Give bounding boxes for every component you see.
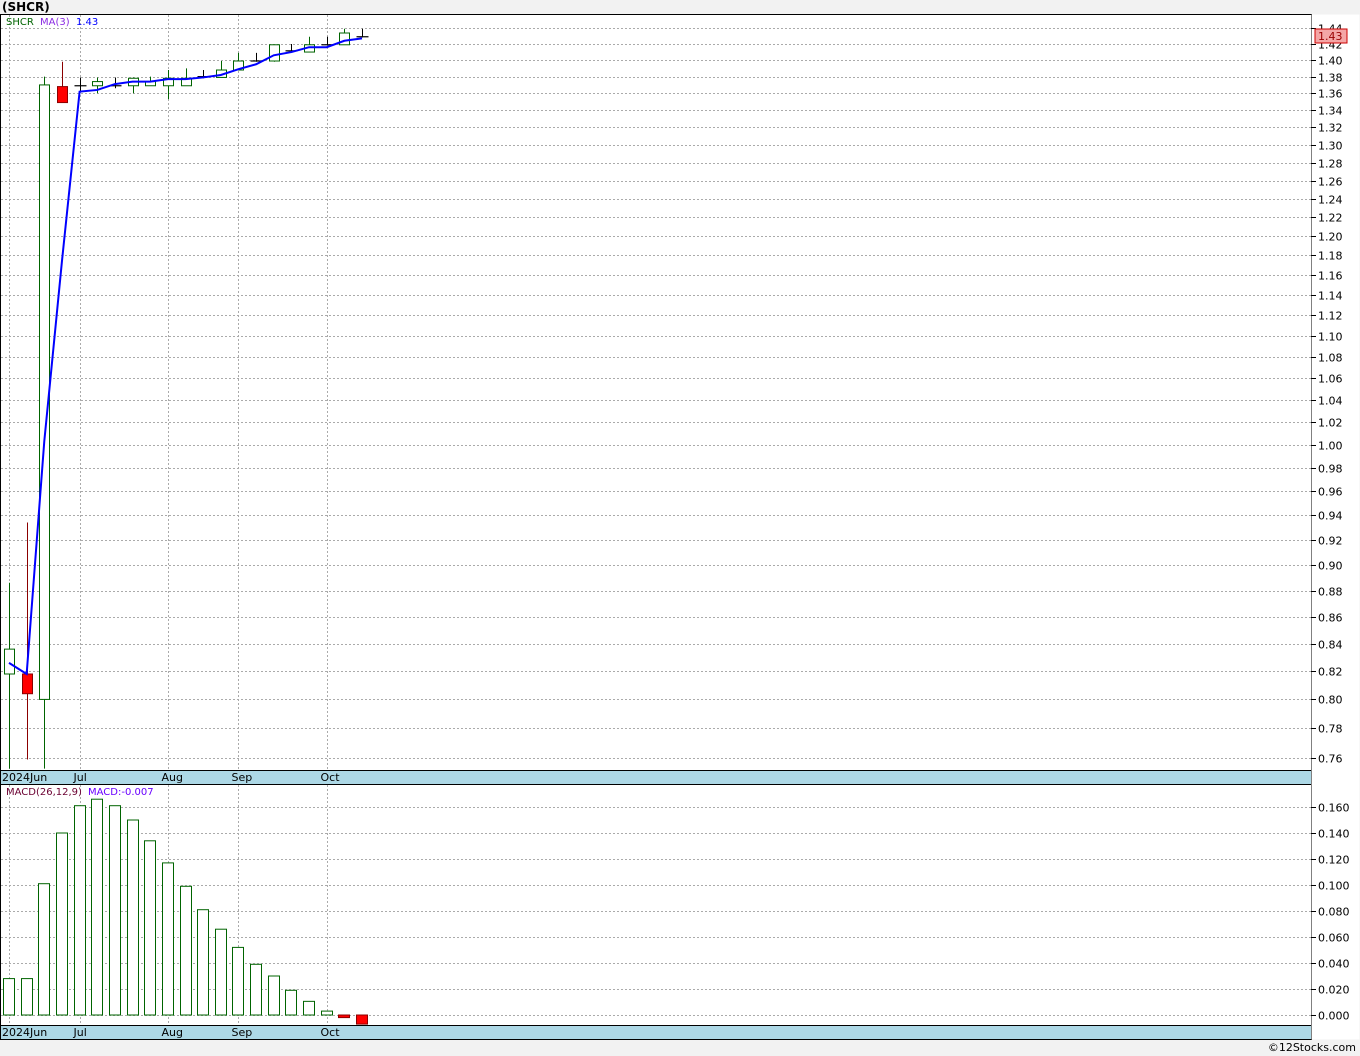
y-tick-label: 1.30 (1318, 140, 1343, 153)
macd-legend-value: MACD:-0.007 (88, 787, 154, 798)
y-tick-label: 0.78 (1318, 723, 1343, 736)
y-tick-label: 1.06 (1318, 373, 1343, 386)
macd-bar (162, 862, 174, 1016)
candle-up (39, 84, 50, 700)
y-tick-label: 1.40 (1318, 55, 1343, 68)
y-tick-label: 0.90 (1318, 560, 1343, 573)
y-tick-label: 1.34 (1318, 105, 1343, 118)
macd-bar (321, 1010, 333, 1016)
macd-y-tick-label: 0.080 (1318, 906, 1350, 919)
legend-ma-label: MA(3) (40, 17, 70, 28)
macd-x-tick-label: Oct (321, 1026, 341, 1039)
macd-bar (232, 946, 244, 1016)
price-date-axis (0, 770, 1312, 785)
macd-bar (303, 1000, 315, 1016)
y-tick-label: 0.76 (1318, 753, 1343, 766)
y-tick-label: 0.82 (1318, 666, 1343, 679)
x-tick-label: Sep (232, 771, 253, 784)
macd-bar (3, 978, 15, 1016)
macd-y-tick-label: 0.120 (1318, 854, 1350, 867)
x-tick-label: 2024Jun (2, 771, 47, 784)
macd-y-tick-label: 0.140 (1318, 828, 1350, 841)
macd-bar (356, 1014, 368, 1025)
x-tick-label: Oct (321, 771, 341, 784)
macd-bar (180, 885, 192, 1016)
y-tick-label: 0.94 (1318, 510, 1343, 523)
macd-date-axis (0, 1025, 1312, 1040)
macd-bar (144, 840, 156, 1016)
stock-chart: 1.441.421.401.381.361.341.321.301.281.26… (0, 14, 1360, 1040)
macd-bar (127, 819, 139, 1016)
x-tick-label: Jul (73, 771, 87, 784)
y-tick-label: 1.32 (1318, 122, 1343, 135)
y-tick-label: 1.10 (1318, 331, 1343, 344)
y-tick-label: 0.86 (1318, 612, 1343, 625)
macd-bar (268, 975, 280, 1016)
candle-up (269, 44, 280, 62)
y-tick-label: 1.00 (1318, 440, 1343, 453)
macd-bar (109, 805, 121, 1016)
y-tick-label: 1.28 (1318, 158, 1343, 171)
candle-up (4, 648, 15, 675)
y-tick-label: 1.26 (1318, 176, 1343, 189)
y-tick-label: 1.18 (1318, 250, 1343, 263)
y-tick-label: 0.98 (1318, 463, 1343, 476)
y-tick-label: 1.20 (1318, 231, 1343, 244)
macd-y-tick-label: 0.040 (1318, 958, 1350, 971)
candle-down (22, 673, 33, 695)
candle-down (57, 86, 68, 104)
x-tick-label: Aug (162, 771, 183, 784)
macd-bar (91, 798, 103, 1016)
macd-y-tick-label: 0.100 (1318, 880, 1350, 893)
macd-bar (285, 989, 297, 1016)
legend-ma-value: 1.43 (76, 17, 98, 28)
macd-bar (38, 883, 50, 1016)
macd-x-tick-label: Sep (232, 1026, 253, 1039)
y-tick-label: 0.88 (1318, 586, 1343, 599)
y-tick-label: 1.24 (1318, 194, 1343, 207)
y-tick-label: 1.38 (1318, 72, 1343, 85)
y-tick-label: 1.36 (1318, 88, 1343, 101)
y-tick-label: 1.08 (1318, 352, 1343, 365)
y-tick-label: 0.80 (1318, 694, 1343, 707)
macd-y-tick-label: 0.160 (1318, 802, 1350, 815)
y-tick-label: 0.96 (1318, 486, 1343, 499)
macd-bar (215, 928, 227, 1016)
candle-up (92, 81, 103, 87)
y-tick-label: 0.92 (1318, 535, 1343, 548)
macd-bar (21, 978, 33, 1016)
macd-bar (197, 909, 209, 1016)
y-tick-label: 1.14 (1318, 290, 1343, 303)
y-tick-label: 1.02 (1318, 417, 1343, 430)
y-tick-label: 1.12 (1318, 310, 1343, 323)
copyright-footer: ©12Stocks.com (1267, 1041, 1356, 1054)
last-price-value: 1.43 (1318, 30, 1343, 43)
macd-bar (56, 832, 68, 1016)
macd-x-tick-label: Jul (73, 1026, 87, 1039)
macd-bar (74, 805, 86, 1016)
macd-x-tick-label: 2024Jun (2, 1026, 47, 1039)
macd-bar (250, 963, 262, 1016)
macd-legend-label: MACD(26,12,9) (6, 787, 82, 798)
legend-symbol: SHCR (6, 17, 34, 28)
macd-y-tick-label: 0.020 (1318, 984, 1350, 997)
macd-y-tick-label: 0.060 (1318, 932, 1350, 945)
macd-x-tick-label: Aug (162, 1026, 183, 1039)
y-tick-label: 1.04 (1318, 395, 1343, 408)
y-tick-label: 0.84 (1318, 639, 1343, 652)
y-tick-label: 1.16 (1318, 270, 1343, 283)
macd-bar (338, 1014, 350, 1019)
macd-y-tick-label: 0.000 (1318, 1010, 1350, 1023)
y-tick-label: 1.22 (1318, 212, 1343, 225)
